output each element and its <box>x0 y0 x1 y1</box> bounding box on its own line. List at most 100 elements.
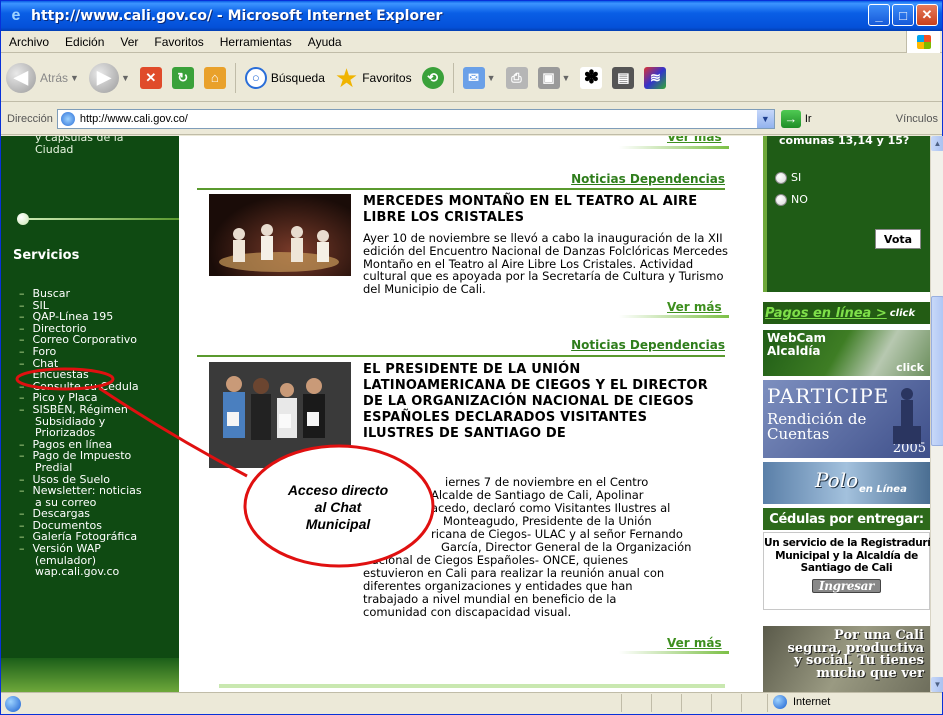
address-dropdown-icon[interactable]: ▼ <box>756 109 774 128</box>
news-body-2-line: trabajado a nivel mundial en beneficio d… <box>363 592 617 606</box>
address-bar: Dirección http://www.cali.gov.co/ ▼ → Ir… <box>1 103 942 135</box>
banner-registraduria[interactable]: Un servicio de la Registraduría Municipa… <box>763 532 930 610</box>
status-bar: Internet <box>1 692 942 714</box>
print-icon: ⎙ <box>505 66 528 89</box>
banner-polo-en-linea[interactable]: Polo en Línea <box>763 462 930 504</box>
ie-logo-icon: e <box>11 7 21 24</box>
banner-cali-slogan[interactable]: Por una Cali segura, productiva y social… <box>763 626 930 692</box>
edit-button[interactable]: ▣ ▼ <box>533 58 576 98</box>
section-title-2[interactable]: Noticias Dependencias <box>571 338 725 352</box>
forward-dropdown-icon[interactable]: ▼ <box>121 73 130 83</box>
address-url: http://www.cali.gov.co/ <box>79 112 188 125</box>
banner-pagos-en-linea[interactable]: Pagos en línea > click <box>763 302 930 324</box>
news-photo-dancers[interactable] <box>209 194 351 276</box>
search-label: Búsqueda <box>270 70 325 85</box>
news-body-2-line: Nacional de Ciegos Españoles- ONCE, quie… <box>363 553 629 567</box>
news-body-2-line: Alcalde de Santiago de Cali, Apolinar <box>431 488 644 502</box>
statue-icon <box>893 388 921 444</box>
mail-button[interactable]: ✉ ▼ <box>458 58 501 98</box>
refresh-button[interactable]: ↻ <box>167 58 199 98</box>
dancers-image <box>219 224 339 272</box>
back-button[interactable]: ◀ Atrás ▼ <box>1 58 84 98</box>
favorites-label: Favoritos <box>362 70 412 85</box>
forward-button[interactable]: ▶ ▼ <box>84 58 135 98</box>
stop-icon: ✕ <box>139 66 162 89</box>
news-headline-2[interactable]: EL PRESIDENTE DE LA UNIÓN LATINOAMERICAN… <box>363 362 723 442</box>
close-button[interactable]: ✕ <box>916 4 938 26</box>
poll-box: comunas 13,14 y 15? SI NO Vota <box>763 136 930 292</box>
security-zone: Internet <box>773 695 830 709</box>
go-button[interactable]: → Ir <box>780 109 812 128</box>
ingresar-button[interactable]: Ingresar <box>811 578 882 593</box>
menu-bar: Archivo Edición Ver Favoritos Herramient… <box>1 31 942 53</box>
go-label: Ir <box>804 112 812 125</box>
sidebar-item-24[interactable]: wap.cali.gov.co <box>19 566 142 578</box>
menu-herramientas[interactable]: Herramientas <box>212 35 300 49</box>
menu-ayuda[interactable]: Ayuda <box>300 35 350 49</box>
media-button[interactable]: ≋ <box>639 58 671 98</box>
back-dropdown-icon[interactable]: ▼ <box>70 73 79 83</box>
minimize-button[interactable]: _ <box>868 4 890 26</box>
news-body-2-line: iernes 7 de noviembre en el Centro <box>445 475 649 489</box>
address-input[interactable]: http://www.cali.gov.co/ ▼ <box>56 108 775 129</box>
news-body-2-line: diferentes organizaciones y entidades qu… <box>363 579 633 593</box>
section-title-1[interactable]: Noticias Dependencias <box>571 172 725 186</box>
home-icon: ⌂ <box>203 66 226 89</box>
radio-si[interactable] <box>775 171 787 184</box>
title-bar[interactable]: e http://www.cali.gov.co/ - Microsoft In… <box>1 1 942 31</box>
edit-icon: ▣ <box>537 66 560 89</box>
scroll-thumb[interactable] <box>931 296 943 446</box>
vote-button[interactable]: Vota <box>875 229 921 249</box>
search-button[interactable]: ○ Búsqueda <box>240 58 330 98</box>
research-button[interactable]: ▤ <box>607 58 639 98</box>
print-button[interactable]: ⎙ <box>501 58 533 98</box>
forward-arrow-icon: ▶ <box>88 62 119 93</box>
scroll-up-icon[interactable]: ▲ <box>931 136 943 151</box>
menu-ver[interactable]: Ver <box>112 35 146 49</box>
right-column: comunas 13,14 y 15? SI NO Vota Pagos en … <box>763 136 930 692</box>
messenger-icon: ✽ <box>580 66 603 89</box>
news-body-2-line: estuvieron en Cali para realizar la reun… <box>363 566 665 580</box>
page-viewport: y cápsulas de la Ciudad Servicios – Busca… <box>1 136 930 692</box>
favorites-button[interactable]: ★ Favoritos <box>330 58 417 98</box>
banner-participe[interactable]: PARTICIPE Rendición de Cuentas 2005 <box>763 380 930 458</box>
ceremony-image <box>209 362 351 468</box>
ver-mas-link-1[interactable]: Ver más <box>667 300 722 314</box>
sidebar-top-text[interactable]: y cápsulas de la Ciudad <box>35 136 124 156</box>
sidebar-orb-icon <box>17 213 29 225</box>
back-label: Atrás <box>40 70 69 85</box>
links-button[interactable]: Vínculos <box>896 113 942 125</box>
scroll-down-icon[interactable]: ▼ <box>931 677 943 692</box>
poll-option-si[interactable]: SI <box>775 171 801 184</box>
radio-no[interactable] <box>775 193 787 206</box>
news-body-1: Ayer 10 de noviembre se llevó a cabo la … <box>363 231 729 297</box>
history-button[interactable]: ⟲ <box>417 58 449 98</box>
news-headline-1[interactable]: MERCEDES MONTAÑO EN EL TEATRO AL AIRE LI… <box>363 194 723 226</box>
home-button[interactable]: ⌂ <box>199 58 231 98</box>
back-arrow-icon: ◀ <box>6 62 36 93</box>
poll-question: comunas 13,14 y 15? <box>779 136 910 147</box>
mail-dropdown-icon[interactable]: ▼ <box>487 73 496 83</box>
zone-label: Internet <box>793 696 831 708</box>
ver-mas-link-top[interactable]: Ver más <box>667 136 722 144</box>
maximize-button[interactable]: □ <box>892 4 914 26</box>
banner-webcam[interactable]: WebCam Alcaldía click <box>763 330 930 376</box>
stop-button[interactable]: ✕ <box>135 58 167 98</box>
windows-logo-icon <box>906 31 940 53</box>
toolbar: ◀ Atrás ▼ ▶ ▼ ✕ ↻ ⌂ ○ Búsqueda ★ Favorit… <box>1 54 942 102</box>
messenger-button[interactable]: ✽ <box>575 58 607 98</box>
poll-option-no[interactable]: NO <box>775 193 808 206</box>
vertical-scrollbar[interactable]: ▲ ▼ <box>930 136 943 692</box>
mail-icon: ✉ <box>462 66 485 89</box>
menu-archivo[interactable]: Archivo <box>1 35 57 49</box>
window-title: http://www.cali.gov.co/ - Microsoft Inte… <box>31 8 443 24</box>
news-photo-ceremony[interactable] <box>209 362 351 468</box>
ver-mas-link-2[interactable]: Ver más <box>667 636 722 650</box>
menu-edicion[interactable]: Edición <box>57 35 112 49</box>
news-body-2-line: Monteagudo, Presidente de la Unión <box>443 514 652 528</box>
menu-favoritos[interactable]: Favoritos <box>146 35 211 49</box>
banner-cedulas[interactable]: Cédulas por entregar: <box>763 508 930 530</box>
annotation-text: Acceso directo al Chat Municipal <box>287 482 389 532</box>
edit-dropdown-icon[interactable]: ▼ <box>562 73 571 83</box>
page-favicon-icon <box>60 111 75 126</box>
